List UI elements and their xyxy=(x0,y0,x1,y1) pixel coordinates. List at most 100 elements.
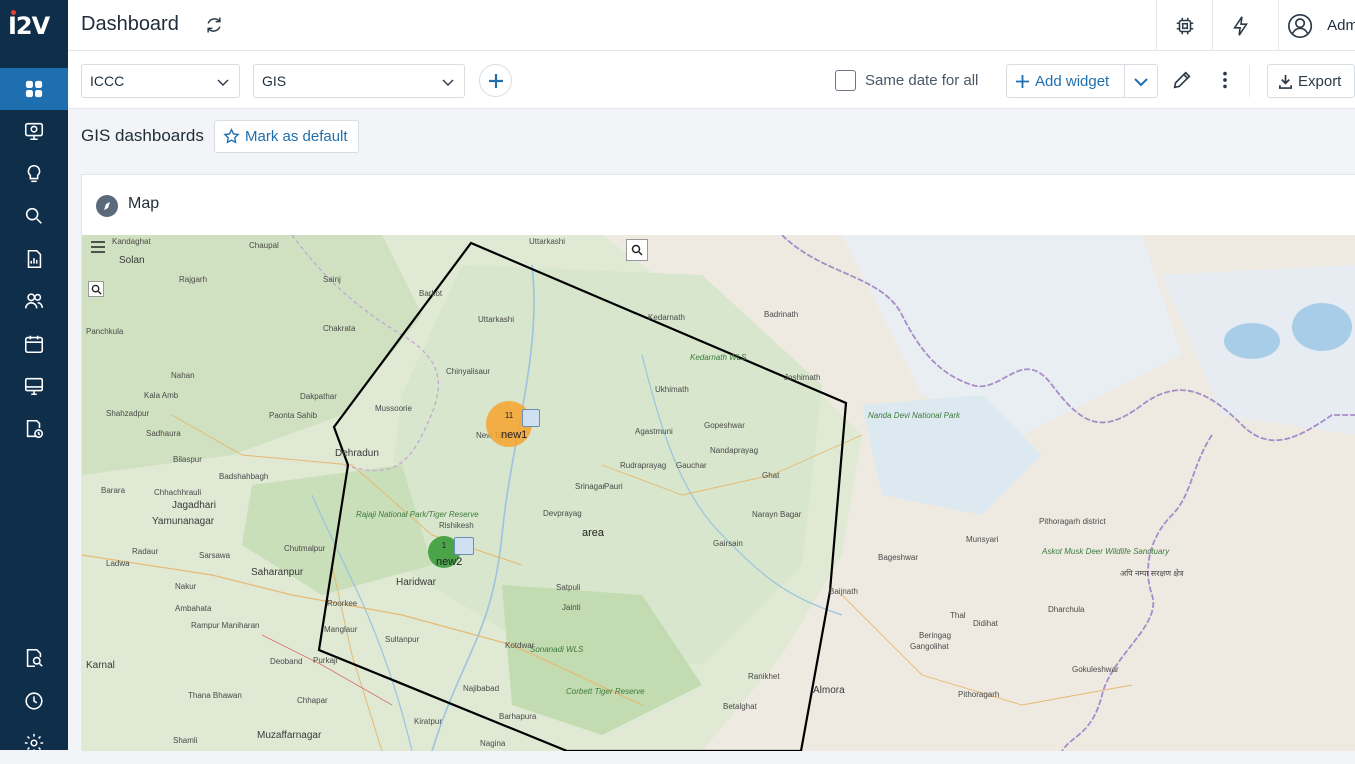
camera-icon[interactable] xyxy=(522,409,540,427)
camera-monitor-icon xyxy=(24,122,44,141)
place-label: Dharchula xyxy=(1048,605,1085,614)
place-label: Ukhimath xyxy=(655,385,689,394)
report-icon xyxy=(27,249,42,269)
place-label: Nanda Devi National Park xyxy=(868,411,961,420)
flash-button[interactable] xyxy=(1212,0,1268,51)
sidebar-item-settings[interactable] xyxy=(0,722,68,764)
clock-document-icon xyxy=(26,419,44,439)
sidebar-item-dashboard[interactable] xyxy=(0,68,68,110)
map-base xyxy=(82,235,1355,751)
same-date-checkbox[interactable] xyxy=(835,70,856,91)
place-label: Askot Musk Deer Wildlife Sanctuary xyxy=(1042,547,1170,556)
widget-header: Map xyxy=(82,175,1355,235)
map-search-button[interactable] xyxy=(88,281,104,297)
place-label: Corbett Tiger Reserve xyxy=(566,687,645,696)
sidebar-item-calendar[interactable] xyxy=(0,323,68,365)
widget-title: Map xyxy=(128,195,160,212)
same-date-label: Same date for all xyxy=(865,72,979,89)
place-label: Satpuli xyxy=(556,583,581,592)
page-title: Dashboard xyxy=(81,13,179,35)
map-view[interactable]: Kandaghat Solan Chaupal Uttarkashi Rajgarh Sa… xyxy=(82,235,1355,751)
sidebar-item-search[interactable] xyxy=(0,195,68,237)
place-label: Pauri xyxy=(604,482,623,491)
place-label: अपि नम्पा सरक्षण क्षेत्र xyxy=(1120,569,1184,578)
add-widget-button[interactable]: Add widget xyxy=(1006,64,1158,98)
top-bar: Dashboard Adm xyxy=(68,0,1355,51)
place-label: Nakur xyxy=(175,582,197,591)
place-label: Mussoorie xyxy=(375,404,412,413)
chevron-down-icon xyxy=(442,79,454,86)
place-label: Uttarkashi xyxy=(529,237,566,246)
user-menu[interactable]: Adm xyxy=(1278,0,1355,51)
sidebar-item-search-doc[interactable] xyxy=(0,637,68,679)
place-label: Shahzadpur xyxy=(106,409,150,418)
sidebar-item-monitor[interactable] xyxy=(0,110,68,152)
search-icon xyxy=(91,284,102,295)
map-zoom-search-button[interactable] xyxy=(626,239,648,261)
place-label: Uttarkashi xyxy=(478,315,515,324)
place-label: Saharanpur xyxy=(251,567,304,578)
menu-icon xyxy=(91,241,105,253)
star-icon xyxy=(223,128,240,144)
place-label: Chakrata xyxy=(323,324,356,333)
site-select[interactable]: ICCC xyxy=(81,64,240,98)
dashboard-title: GIS dashboards xyxy=(81,126,204,145)
chevron-down-icon[interactable] xyxy=(1133,75,1149,89)
place-label: Jainti xyxy=(562,603,581,612)
chip-icon xyxy=(1176,17,1193,34)
place-label: Chutmalpur xyxy=(284,544,326,553)
place-label: Rajgarh xyxy=(179,275,208,284)
place-label: Joshimath xyxy=(784,373,821,382)
place-label: Radaur xyxy=(132,547,159,556)
place-label: Gokuleshwar xyxy=(1072,665,1119,674)
place-label: Rishikesh xyxy=(439,521,474,530)
app-logo: I2V xyxy=(8,10,50,40)
sidebar-item-display[interactable] xyxy=(0,365,68,407)
map-layers-button[interactable] xyxy=(89,239,107,255)
more-options-icon[interactable] xyxy=(1214,69,1236,91)
sidebar-item-ideas[interactable] xyxy=(0,153,68,195)
filter-bar: ICCC GIS Same date for all Add widget Ex… xyxy=(68,51,1355,109)
place-label: Haridwar xyxy=(396,577,437,588)
place-label: Chinyalisaur xyxy=(446,367,491,376)
place-label: Rajaji National Park/Tiger Reserve xyxy=(356,510,479,519)
place-label: Dakpathar xyxy=(300,392,337,401)
place-label: Gairsain xyxy=(713,539,743,548)
add-widget-label: Add widget xyxy=(1035,73,1110,90)
place-label: Betalghat xyxy=(723,702,757,711)
sidebar-item-users[interactable] xyxy=(0,280,68,322)
chip-button[interactable] xyxy=(1156,0,1212,51)
refresh-icon[interactable] xyxy=(204,15,224,35)
mark-default-button[interactable]: Mark as default xyxy=(214,120,359,153)
map-widget: Map Kandaghat Solan Chaupal Uttarkashi R… xyxy=(81,174,1355,751)
type-select-value: GIS xyxy=(262,73,287,89)
place-label: Roorkee xyxy=(327,599,358,608)
sidebar-item-history[interactable] xyxy=(0,408,68,450)
sidebar-item-reports[interactable] xyxy=(0,238,68,280)
place-label: Beringag xyxy=(919,631,952,640)
display-icon xyxy=(24,377,44,396)
type-select[interactable]: GIS xyxy=(253,64,465,98)
sidebar: I2V xyxy=(0,0,68,753)
place-label: Chaupal xyxy=(249,241,279,250)
add-dashboard-button[interactable] xyxy=(479,64,512,97)
place-label: Nandaprayag xyxy=(710,446,759,455)
camera-icon[interactable] xyxy=(454,537,474,555)
place-label: Sultanpur xyxy=(385,635,420,644)
place-label: Karnal xyxy=(86,660,115,671)
sidebar-item-recent[interactable] xyxy=(0,680,68,722)
edit-icon[interactable] xyxy=(1171,69,1193,91)
place-label: Jagadhari xyxy=(172,500,216,511)
place-label: Bageshwar xyxy=(878,553,919,562)
marker-label: new2 xyxy=(436,556,463,568)
place-label: Badshahbagh xyxy=(219,472,269,481)
search-icon xyxy=(631,244,643,256)
site-select-value: ICCC xyxy=(90,73,125,89)
place-label: Narayn Bagar xyxy=(752,510,802,519)
place-label: Pithoragarh district xyxy=(1039,517,1106,526)
place-label: Baijnath xyxy=(829,587,858,596)
lightbulb-icon xyxy=(27,164,41,183)
place-label: Barara xyxy=(101,486,126,495)
export-button[interactable]: Export xyxy=(1267,64,1355,98)
place-label: Yamunanagar xyxy=(152,516,215,527)
